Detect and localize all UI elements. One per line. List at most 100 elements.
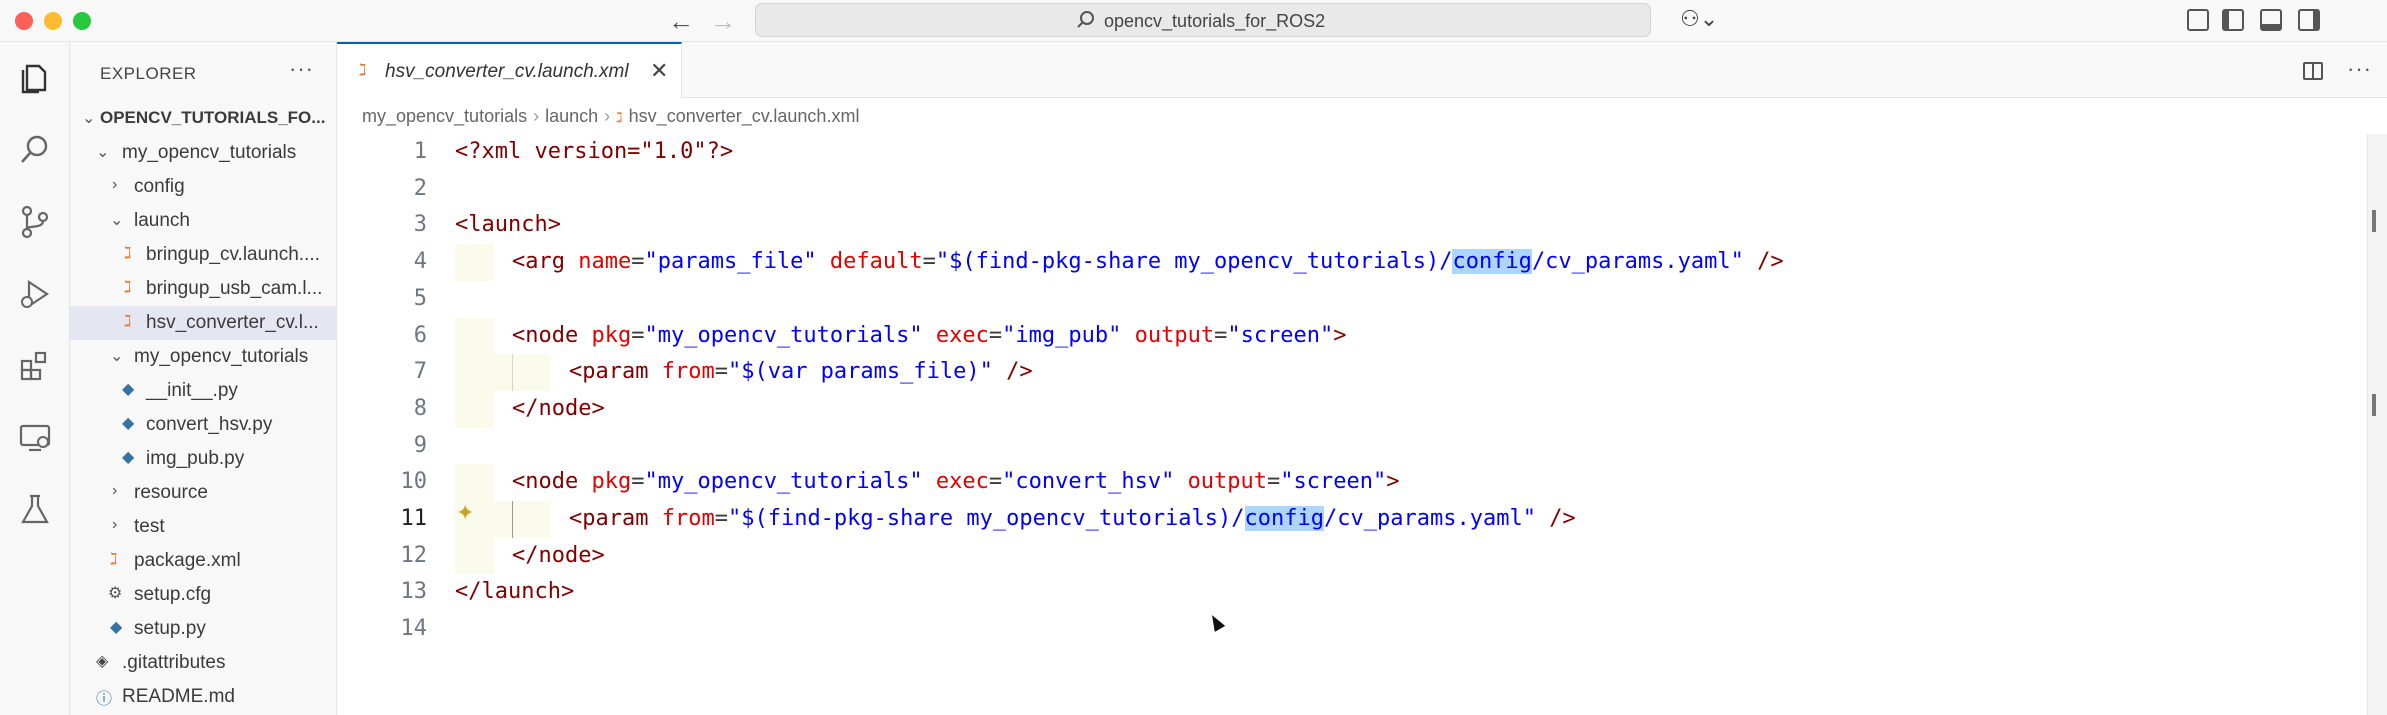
code-token: > <box>591 395 605 421</box>
explorer-sidebar: EXPLORER ··· ⌄ OPENCV_TUTORIALS_FO... ⌄ … <box>70 42 337 715</box>
explorer-icon[interactable] <box>17 60 53 96</box>
more-actions-icon[interactable]: ··· <box>2347 56 2372 82</box>
tree-file[interactable]: ⚙ setup.cfg <box>70 578 337 612</box>
toggle-secondary-sidebar-icon[interactable] <box>2298 9 2320 31</box>
tree-file[interactable]: ℷ bringup_cv.launch.... <box>70 238 337 272</box>
code-token: node <box>538 542 592 568</box>
tree-file[interactable]: ⓘ README.md <box>70 680 337 714</box>
tree-file[interactable]: ℷ package.xml <box>70 544 337 578</box>
code-token: "params_file" <box>644 249 817 275</box>
close-window-button[interactable] <box>15 12 33 30</box>
rss-file-icon: ℷ <box>110 551 118 568</box>
tree-folder[interactable]: ⌄ my_opencv_tutorials <box>70 136 337 170</box>
run-debug-icon[interactable] <box>17 276 53 312</box>
code-token: < <box>512 322 526 348</box>
line-number: 14 <box>400 616 428 642</box>
editor-tab[interactable]: ℷ hsv_converter_cv.launch.xml ✕ <box>337 42 682 98</box>
tree-folder[interactable]: › test <box>70 510 337 544</box>
code-token: "my_opencv_tutorials" <box>644 469 923 495</box>
split-editor-icon[interactable] <box>2303 62 2323 80</box>
gear-icon: ⚙ <box>108 585 123 602</box>
extensions-icon[interactable] <box>17 348 53 384</box>
code-token: = <box>714 359 728 385</box>
breadcrumb: my_opencv_tutorials › launch › ℷ hsv_converte… <box>362 106 859 127</box>
chevron-down-icon: ⌄ <box>96 144 110 161</box>
code-token: /cv_params.yaml" <box>1531 249 1744 275</box>
tree-file[interactable]: ◆ setup.py <box>70 612 337 646</box>
code-line: 4 <arg name="params_file" default="$(fin… <box>337 244 2367 281</box>
toggle-primary-sidebar-icon[interactable] <box>2222 9 2244 31</box>
code-token: exec <box>935 469 989 495</box>
tree-folder[interactable]: › resource <box>70 476 337 510</box>
code-token: output <box>1187 469 1268 495</box>
minimize-window-button[interactable] <box>44 12 62 30</box>
scrollbar-marker <box>2372 210 2376 232</box>
code-editor[interactable]: 1 <?xml version="1.0"?> 2 3 <launch> 4 <… <box>337 134 2367 715</box>
tree-file-selected[interactable]: ℷ hsv_converter_cv.l... <box>70 306 337 340</box>
tree-file[interactable]: ◆ img_pub.py <box>70 442 337 476</box>
breadcrumb-item[interactable]: my_opencv_tutorials <box>362 106 527 126</box>
toggle-panel-icon[interactable] <box>2260 9 2282 31</box>
code-line: 6 <node pkg="my_opencv_tutorials" exec="… <box>337 317 2367 355</box>
chevron-right-icon: › <box>533 106 540 126</box>
vertical-scrollbar[interactable] <box>2367 134 2387 715</box>
code-token: </ <box>455 579 482 605</box>
indent-guide <box>512 501 513 538</box>
tree-folder[interactable]: › config <box>70 170 337 204</box>
code-token: launch <box>468 212 548 238</box>
breadcrumb-item[interactable]: launch <box>545 106 598 126</box>
rss-file-icon: ℷ <box>616 109 623 125</box>
code-token: "screen" <box>1280 469 1387 495</box>
code-token: > <box>591 542 605 568</box>
code-line: 13 </launch> <box>337 574 2367 611</box>
code-token: = <box>1214 322 1228 348</box>
tree-folder[interactable]: ⌄ launch <box>70 204 337 238</box>
chevron-right-icon: › <box>112 482 118 499</box>
sparkle-icon[interactable]: ✦ <box>456 500 474 526</box>
line-number: 7 <box>413 359 427 385</box>
line-number: 1 <box>413 139 427 164</box>
more-actions-icon[interactable]: ··· <box>289 56 314 82</box>
code-line: 5 <box>337 281 2367 318</box>
line-number: 4 <box>413 249 427 275</box>
title-bar: ← → opencv_tutorials_for_ROS2 ⚇⌄ <box>0 0 2387 42</box>
explorer-header: EXPLORER <box>100 64 197 83</box>
remote-explorer-icon[interactable] <box>17 420 53 456</box>
tree-file[interactable]: ◆ __init__.py <box>70 374 337 408</box>
customize-layout-icon[interactable] <box>2187 9 2209 31</box>
command-center[interactable]: opencv_tutorials_for_ROS2 <box>755 3 1651 37</box>
code-token: > <box>547 212 561 238</box>
tree-file[interactable]: ◆ convert_hsv.py <box>70 408 337 442</box>
indent-guide <box>512 354 513 391</box>
code-token: </ <box>512 395 539 421</box>
breadcrumb-item[interactable]: hsv_converter_cv.launch.xml <box>629 106 860 126</box>
code-line: 9 <box>337 428 2367 465</box>
tree-folder[interactable]: ⌄ my_opencv_tutorials <box>70 340 337 374</box>
info-icon: ⓘ <box>96 691 113 708</box>
rss-file-icon: ℷ <box>124 313 132 330</box>
line-number: 6 <box>413 322 427 348</box>
tree-root-folder[interactable]: ⌄ OPENCV_TUTORIALS_FO... <box>70 102 337 136</box>
code-line: 3 <launch> <box>337 207 2367 244</box>
line-number: 12 <box>400 542 428 568</box>
close-icon[interactable]: ✕ <box>650 58 668 84</box>
code-token: "img_pub" <box>1002 322 1122 348</box>
tree-file[interactable]: ℷ bringup_usb_cam.l... <box>70 272 337 306</box>
copilot-icon[interactable]: ⚇⌄ <box>1680 6 1718 32</box>
source-control-icon[interactable] <box>17 204 53 240</box>
code-line: 14 <box>337 611 2367 648</box>
testing-icon[interactable] <box>17 492 53 528</box>
code-token: launch <box>481 579 561 605</box>
code-token: "$(find-pkg-share my_opencv_tutorials)/ <box>727 506 1245 531</box>
chevron-down-icon: ⌄ <box>82 110 96 127</box>
maximize-window-button[interactable] <box>73 12 91 30</box>
search-icon[interactable] <box>17 132 53 168</box>
code-text: <node pkg="my_opencv_tutorials" exec="co… <box>512 469 1400 494</box>
forward-arrow-icon[interactable]: → <box>710 6 736 36</box>
tree-file[interactable]: ◈ .gitattributes <box>70 646 337 680</box>
back-arrow-icon[interactable]: ← <box>668 6 694 36</box>
line-number: 11 <box>400 506 428 531</box>
xml-declaration: <?xml version="1.0"?> <box>455 139 734 164</box>
line-number: 8 <box>413 395 427 421</box>
code-token: < <box>455 212 469 238</box>
